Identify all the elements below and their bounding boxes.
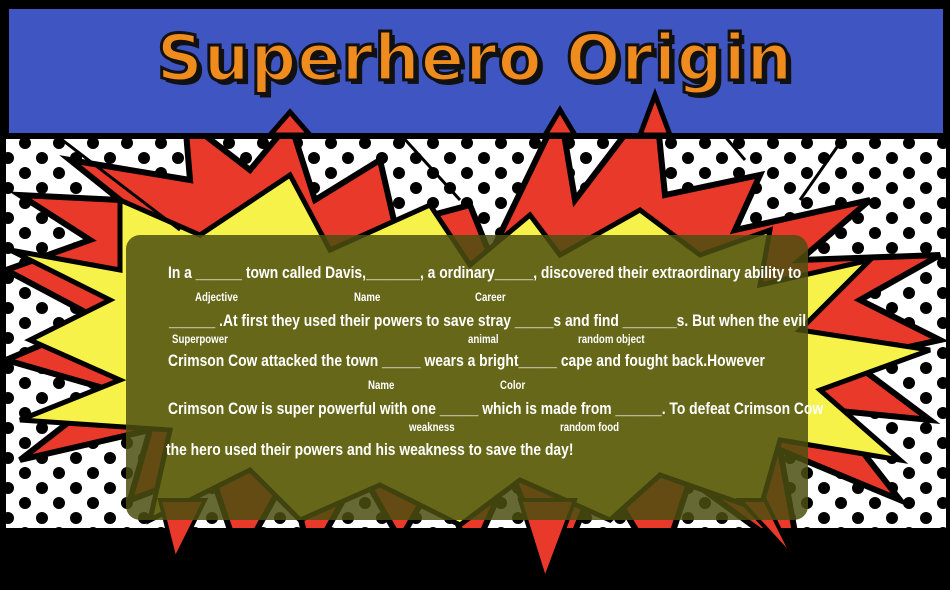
hint-random-food: random food (560, 422, 620, 434)
hint-career: Career (475, 292, 506, 304)
hint-name: Name (354, 292, 381, 304)
story-line-3: Crimson Cow attacked the town _____ wear… (168, 352, 765, 370)
page-title: Superhero Origin (155, 21, 794, 98)
hint-name-2: Name (368, 380, 395, 392)
hint-color: Color (500, 380, 526, 392)
hint-weakness: weakness (409, 422, 455, 434)
story-line-5: the hero used their powers and his weakn… (166, 441, 574, 459)
hint-random-object: random object (578, 334, 645, 346)
hint-adjective: Adjective (195, 292, 238, 304)
story-line-4: Crimson Cow is super powerful with one _… (168, 400, 824, 418)
comic-poster: Superhero Origin In a ______ town called… (0, 0, 950, 590)
story-line-2: ______ .At first they used their powers … (169, 312, 807, 330)
hint-superpower: Superpower (172, 334, 228, 346)
hint-animal: animal (468, 334, 499, 346)
story-line-1: In a ______ town called Davis,_______, a… (168, 264, 802, 282)
